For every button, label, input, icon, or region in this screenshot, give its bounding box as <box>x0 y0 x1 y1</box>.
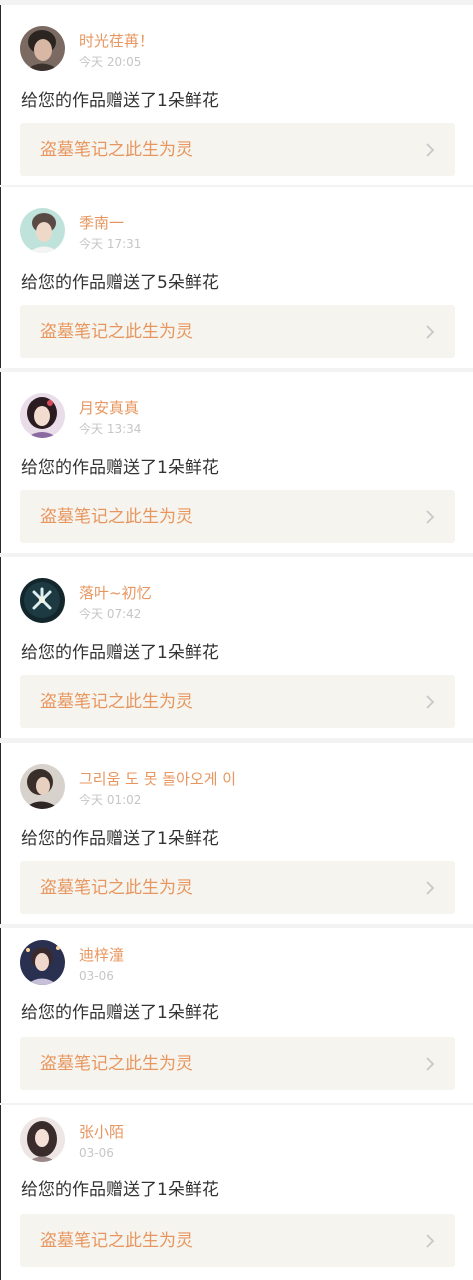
username[interactable]: 迪梓潼 <box>79 945 124 965</box>
gift-message: 给您的作品赠送了1朵鲜花 <box>21 458 219 478</box>
work-link[interactable]: 盗墓笔记之此生为灵 <box>20 305 455 358</box>
work-link[interactable]: 盗墓笔记之此生为灵 <box>20 123 455 176</box>
username[interactable]: 그리움 도 못 돌아오게 이 <box>79 769 236 789</box>
card-edge <box>0 372 1 553</box>
notification-card: 季南一 今天 17:31 给您的作品赠送了5朵鲜花 盗墓笔记之此生为灵 <box>0 187 473 368</box>
notification-list: 时光荏苒！ 今天 20:05 给您的作品赠送了1朵鲜花 盗墓笔记之此生为灵 季南… <box>0 0 473 1280</box>
timestamp: 今天 07:42 <box>79 607 142 621</box>
card-edge <box>0 5 1 185</box>
notification-card: 时光荏苒！ 今天 20:05 给您的作品赠送了1朵鲜花 盗墓笔记之此生为灵 <box>0 5 473 185</box>
work-link[interactable]: 盗墓笔记之此生为灵 <box>20 675 455 728</box>
user-avatar[interactable] <box>20 393 65 438</box>
user-avatar[interactable] <box>20 1117 65 1162</box>
username[interactable]: 张小陌 <box>79 1122 124 1142</box>
notification-card: 迪梓潼 03-06 给您的作品赠送了1朵鲜花 盗墓笔记之此生为灵 <box>0 928 473 1103</box>
user-avatar[interactable] <box>20 208 65 253</box>
card-edge <box>0 557 1 738</box>
work-title: 盗墓笔记之此生为灵 <box>40 322 193 342</box>
chevron-right-icon <box>426 695 435 709</box>
user-avatar[interactable] <box>20 578 65 623</box>
work-title: 盗墓笔记之此生为灵 <box>40 1054 193 1074</box>
gift-message: 给您的作品赠送了1朵鲜花 <box>21 91 219 111</box>
card-edge <box>0 743 1 924</box>
gift-message: 给您的作品赠送了1朵鲜花 <box>21 829 219 849</box>
work-link[interactable]: 盗墓笔记之此生为灵 <box>20 861 455 914</box>
timestamp: 今天 01:02 <box>79 793 142 807</box>
work-link[interactable]: 盗墓笔记之此生为灵 <box>20 490 455 543</box>
username[interactable]: 落叶~初忆 <box>79 583 152 603</box>
work-title: 盗墓笔记之此生为灵 <box>40 878 193 898</box>
work-title: 盗墓笔记之此生为灵 <box>40 1231 193 1251</box>
username[interactable]: 时光荏苒！ <box>79 31 154 51</box>
work-link[interactable]: 盗墓笔记之此生为灵 <box>20 1037 455 1090</box>
notification-card: 그리움 도 못 돌아오게 이 今天 01:02 给您的作品赠送了1朵鲜花 盗墓笔… <box>0 743 473 924</box>
work-title: 盗墓笔记之此生为灵 <box>40 140 193 160</box>
gift-message: 给您的作品赠送了1朵鲜花 <box>21 1180 219 1200</box>
timestamp: 03-06 <box>79 969 114 983</box>
chevron-right-icon <box>426 325 435 339</box>
user-avatar[interactable] <box>20 940 65 985</box>
chevron-right-icon <box>426 1057 435 1071</box>
username[interactable]: 季南一 <box>79 213 124 233</box>
card-edge <box>0 187 1 368</box>
timestamp: 03-06 <box>79 1146 114 1160</box>
chevron-right-icon <box>426 1234 435 1248</box>
timestamp: 今天 13:34 <box>79 422 142 436</box>
work-link[interactable]: 盗墓笔记之此生为灵 <box>20 1214 455 1267</box>
timestamp: 今天 17:31 <box>79 237 142 251</box>
chevron-right-icon <box>426 510 435 524</box>
chevron-right-icon <box>426 143 435 157</box>
notification-card: 张小陌 03-06 给您的作品赠送了1朵鲜花 盗墓笔记之此生为灵 <box>0 1105 473 1280</box>
work-title: 盗墓笔记之此生为灵 <box>40 692 193 712</box>
username[interactable]: 月安真真 <box>79 398 139 418</box>
user-avatar[interactable] <box>20 26 65 71</box>
card-edge <box>0 928 1 1103</box>
gift-message: 给您的作品赠送了1朵鲜花 <box>21 1003 219 1023</box>
card-edge <box>0 1105 1 1280</box>
notification-card: 月安真真 今天 13:34 给您的作品赠送了1朵鲜花 盗墓笔记之此生为灵 <box>0 372 473 553</box>
notification-card: 落叶~初忆 今天 07:42 给您的作品赠送了1朵鲜花 盗墓笔记之此生为灵 <box>0 557 473 738</box>
timestamp: 今天 20:05 <box>79 55 142 69</box>
user-avatar[interactable] <box>20 764 65 809</box>
work-title: 盗墓笔记之此生为灵 <box>40 507 193 527</box>
chevron-right-icon <box>426 881 435 895</box>
gift-message: 给您的作品赠送了1朵鲜花 <box>21 643 219 663</box>
gift-message: 给您的作品赠送了5朵鲜花 <box>21 273 219 293</box>
